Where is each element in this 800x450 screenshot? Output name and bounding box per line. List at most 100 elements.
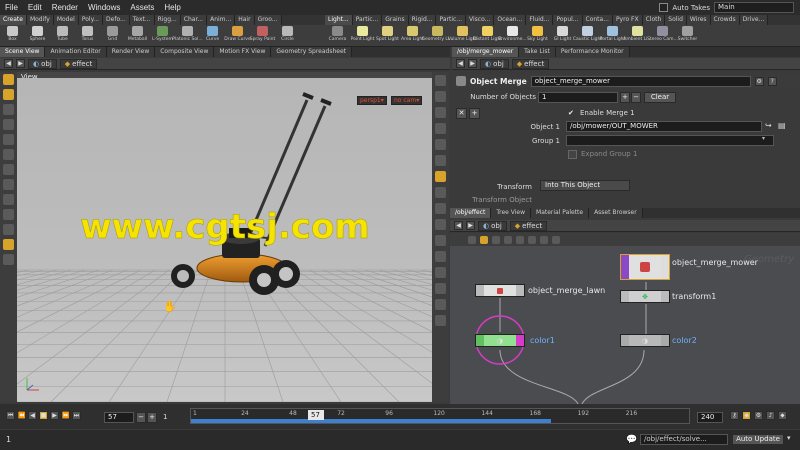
- network-editor[interactable]: Geometry object_merge_mower ✥ transform1…: [450, 246, 800, 404]
- shelf-tab-right-0[interactable]: Light...: [325, 15, 353, 25]
- menu-windows[interactable]: Windows: [83, 3, 125, 12]
- shelf_tools_left-tool-4[interactable]: Grid: [100, 25, 125, 46]
- sticky-note-icon[interactable]: [540, 235, 548, 244]
- current-frame-field[interactable]: 57: [104, 412, 134, 423]
- pivot-tool-icon[interactable]: [3, 239, 14, 250]
- net-path-root[interactable]: ◐ obj: [478, 220, 507, 231]
- shelf-tab-right-1[interactable]: Partic...: [352, 15, 383, 25]
- light-icon[interactable]: [435, 171, 446, 182]
- shelf_tools_left-tool-1[interactable]: Sphere: [25, 25, 50, 46]
- shelf-tab-right-14[interactable]: Crowds: [710, 15, 740, 25]
- node-color1[interactable]: ◑: [475, 334, 525, 347]
- shelf-tab-7[interactable]: Char...: [180, 15, 208, 25]
- end-frame-field[interactable]: 240: [697, 412, 723, 423]
- shelf_tools_left-tool-2[interactable]: Tube: [50, 25, 75, 46]
- points-icon[interactable]: [435, 155, 446, 166]
- shelf_tools_left-tool-9[interactable]: Draw Curve: [224, 25, 251, 46]
- node-color2[interactable]: ◑: [620, 334, 670, 347]
- display-options-icon[interactable]: [435, 75, 446, 86]
- lock-icon[interactable]: [435, 299, 446, 310]
- brush-tool-icon[interactable]: [3, 179, 14, 190]
- node-name-field[interactable]: object_merge_mower: [530, 75, 751, 87]
- remove-object-button[interactable]: −: [631, 92, 641, 103]
- back-icon[interactable]: ◀: [4, 59, 13, 68]
- tab-scene-1[interactable]: Animation Editor: [45, 47, 107, 57]
- menu-help[interactable]: Help: [159, 3, 185, 12]
- normals-icon[interactable]: [435, 187, 446, 198]
- render-icon[interactable]: [435, 251, 446, 262]
- menu-file[interactable]: File: [0, 3, 23, 12]
- frame-step-down[interactable]: −: [136, 412, 146, 423]
- home-icon[interactable]: [435, 315, 446, 326]
- shelf_tools_right-tool-0[interactable]: Camera: [325, 25, 350, 46]
- net-forward-icon[interactable]: ▶: [466, 221, 475, 230]
- tab-param-0[interactable]: /obj/merge_mower: [452, 47, 520, 57]
- viewport[interactable]: www.cgtsj.com ✋: [17, 78, 432, 402]
- shelf-tab-right-7[interactable]: Fluid...: [526, 15, 554, 25]
- snap-tool-icon[interactable]: [3, 224, 14, 235]
- tab-scene-2[interactable]: Render View: [106, 47, 156, 57]
- menu-edit[interactable]: Edit: [23, 3, 47, 12]
- shelf_tools_left-tool-6[interactable]: L-System: [150, 25, 175, 46]
- shelf_tools_right-tool-10[interactable]: Caustic Light: [573, 25, 602, 46]
- flag-lock-icon[interactable]: [516, 235, 524, 244]
- flag-display-icon[interactable]: [480, 235, 488, 244]
- stats-icon[interactable]: [435, 283, 446, 294]
- cam-menu[interactable]: no cam▾: [391, 96, 423, 105]
- shelf-tab-right-2[interactable]: Grains: [382, 15, 409, 25]
- flag-bypass-icon[interactable]: [504, 235, 512, 244]
- param-path-root[interactable]: ◐ obj: [480, 58, 509, 69]
- shelf_tools_right-tool-2[interactable]: Spot Light: [375, 25, 400, 46]
- node-object-merge-lawn[interactable]: [475, 284, 525, 297]
- shelf_tools_left-tool-5[interactable]: Metaball: [125, 25, 150, 46]
- object1-field[interactable]: /obj/mower/OUT_MOWER: [566, 121, 762, 132]
- transform-select[interactable]: Into This Object: [540, 180, 630, 191]
- shaded-icon[interactable]: [435, 107, 446, 118]
- jump-icon[interactable]: ↪: [765, 121, 772, 130]
- shelf-tab-5[interactable]: Text...: [129, 15, 155, 25]
- shelf-tab-0[interactable]: Create: [0, 15, 27, 25]
- eye-icon[interactable]: [435, 267, 446, 278]
- net-back-icon[interactable]: ◀: [454, 221, 463, 230]
- ghost-icon[interactable]: [435, 123, 446, 134]
- grid-icon[interactable]: [435, 203, 446, 214]
- help-icon[interactable]: ?: [767, 76, 777, 86]
- shelf_tools_right-tool-9[interactable]: GI Light: [550, 25, 575, 46]
- step-back-icon[interactable]: ⏪: [17, 411, 26, 420]
- param-back-icon[interactable]: ◀: [456, 59, 465, 68]
- node-object-merge-mower[interactable]: [620, 254, 670, 280]
- shelf_tools_right-tool-11[interactable]: Portal Light: [600, 25, 625, 46]
- shelf-tab-right-15[interactable]: Drive...: [739, 15, 769, 25]
- shelf-tab-3[interactable]: Poly...: [78, 15, 104, 25]
- shelf-tab-right-8[interactable]: Popul...: [553, 15, 583, 25]
- enable-merge-checkbox[interactable]: ✔: [568, 109, 574, 117]
- shelf-tab-right-10[interactable]: Pyro FX: [612, 15, 643, 25]
- jump-end-icon[interactable]: ⏭: [72, 411, 81, 420]
- add-object-button[interactable]: +: [620, 92, 630, 103]
- shelf-tab-2[interactable]: Model: [53, 15, 79, 25]
- shelf-tab-10[interactable]: Groo...: [254, 15, 282, 25]
- tab-network-1[interactable]: Tree View: [491, 208, 532, 218]
- expand-group-checkbox[interactable]: [568, 150, 577, 159]
- sphere-icon[interactable]: [435, 139, 446, 150]
- jump-start-icon[interactable]: ⏮: [6, 411, 15, 420]
- insert-entry-button[interactable]: +: [469, 108, 480, 119]
- group-dropdown-icon[interactable]: ▾: [762, 135, 765, 142]
- node-transform1[interactable]: ✥: [620, 290, 670, 303]
- chat-icon[interactable]: 💬: [626, 435, 637, 445]
- flipbook-icon[interactable]: [435, 235, 446, 246]
- rotate-tool-icon[interactable]: [3, 119, 14, 130]
- current-frame-marker[interactable]: 57: [307, 410, 324, 420]
- group1-field[interactable]: [566, 135, 774, 146]
- shelf-tab-right-4[interactable]: Partic...: [436, 15, 467, 25]
- stop-icon[interactable]: ■: [39, 411, 48, 420]
- param-forward-icon[interactable]: ▶: [468, 59, 477, 68]
- pose-tool-icon[interactable]: [3, 164, 14, 175]
- shelf-tab-right-9[interactable]: Conta...: [582, 15, 613, 25]
- shelf_tools_left-tool-3[interactable]: Torus: [75, 25, 100, 46]
- tab-network-0[interactable]: /obj/effect: [450, 208, 492, 218]
- tab-scene-4[interactable]: Motion FX View: [214, 47, 272, 57]
- shelf_tools_right-tool-3[interactable]: Area Light: [400, 25, 425, 46]
- network-box-icon[interactable]: [552, 235, 560, 244]
- tab-scene-5[interactable]: Geometry Spreadsheet: [271, 47, 352, 57]
